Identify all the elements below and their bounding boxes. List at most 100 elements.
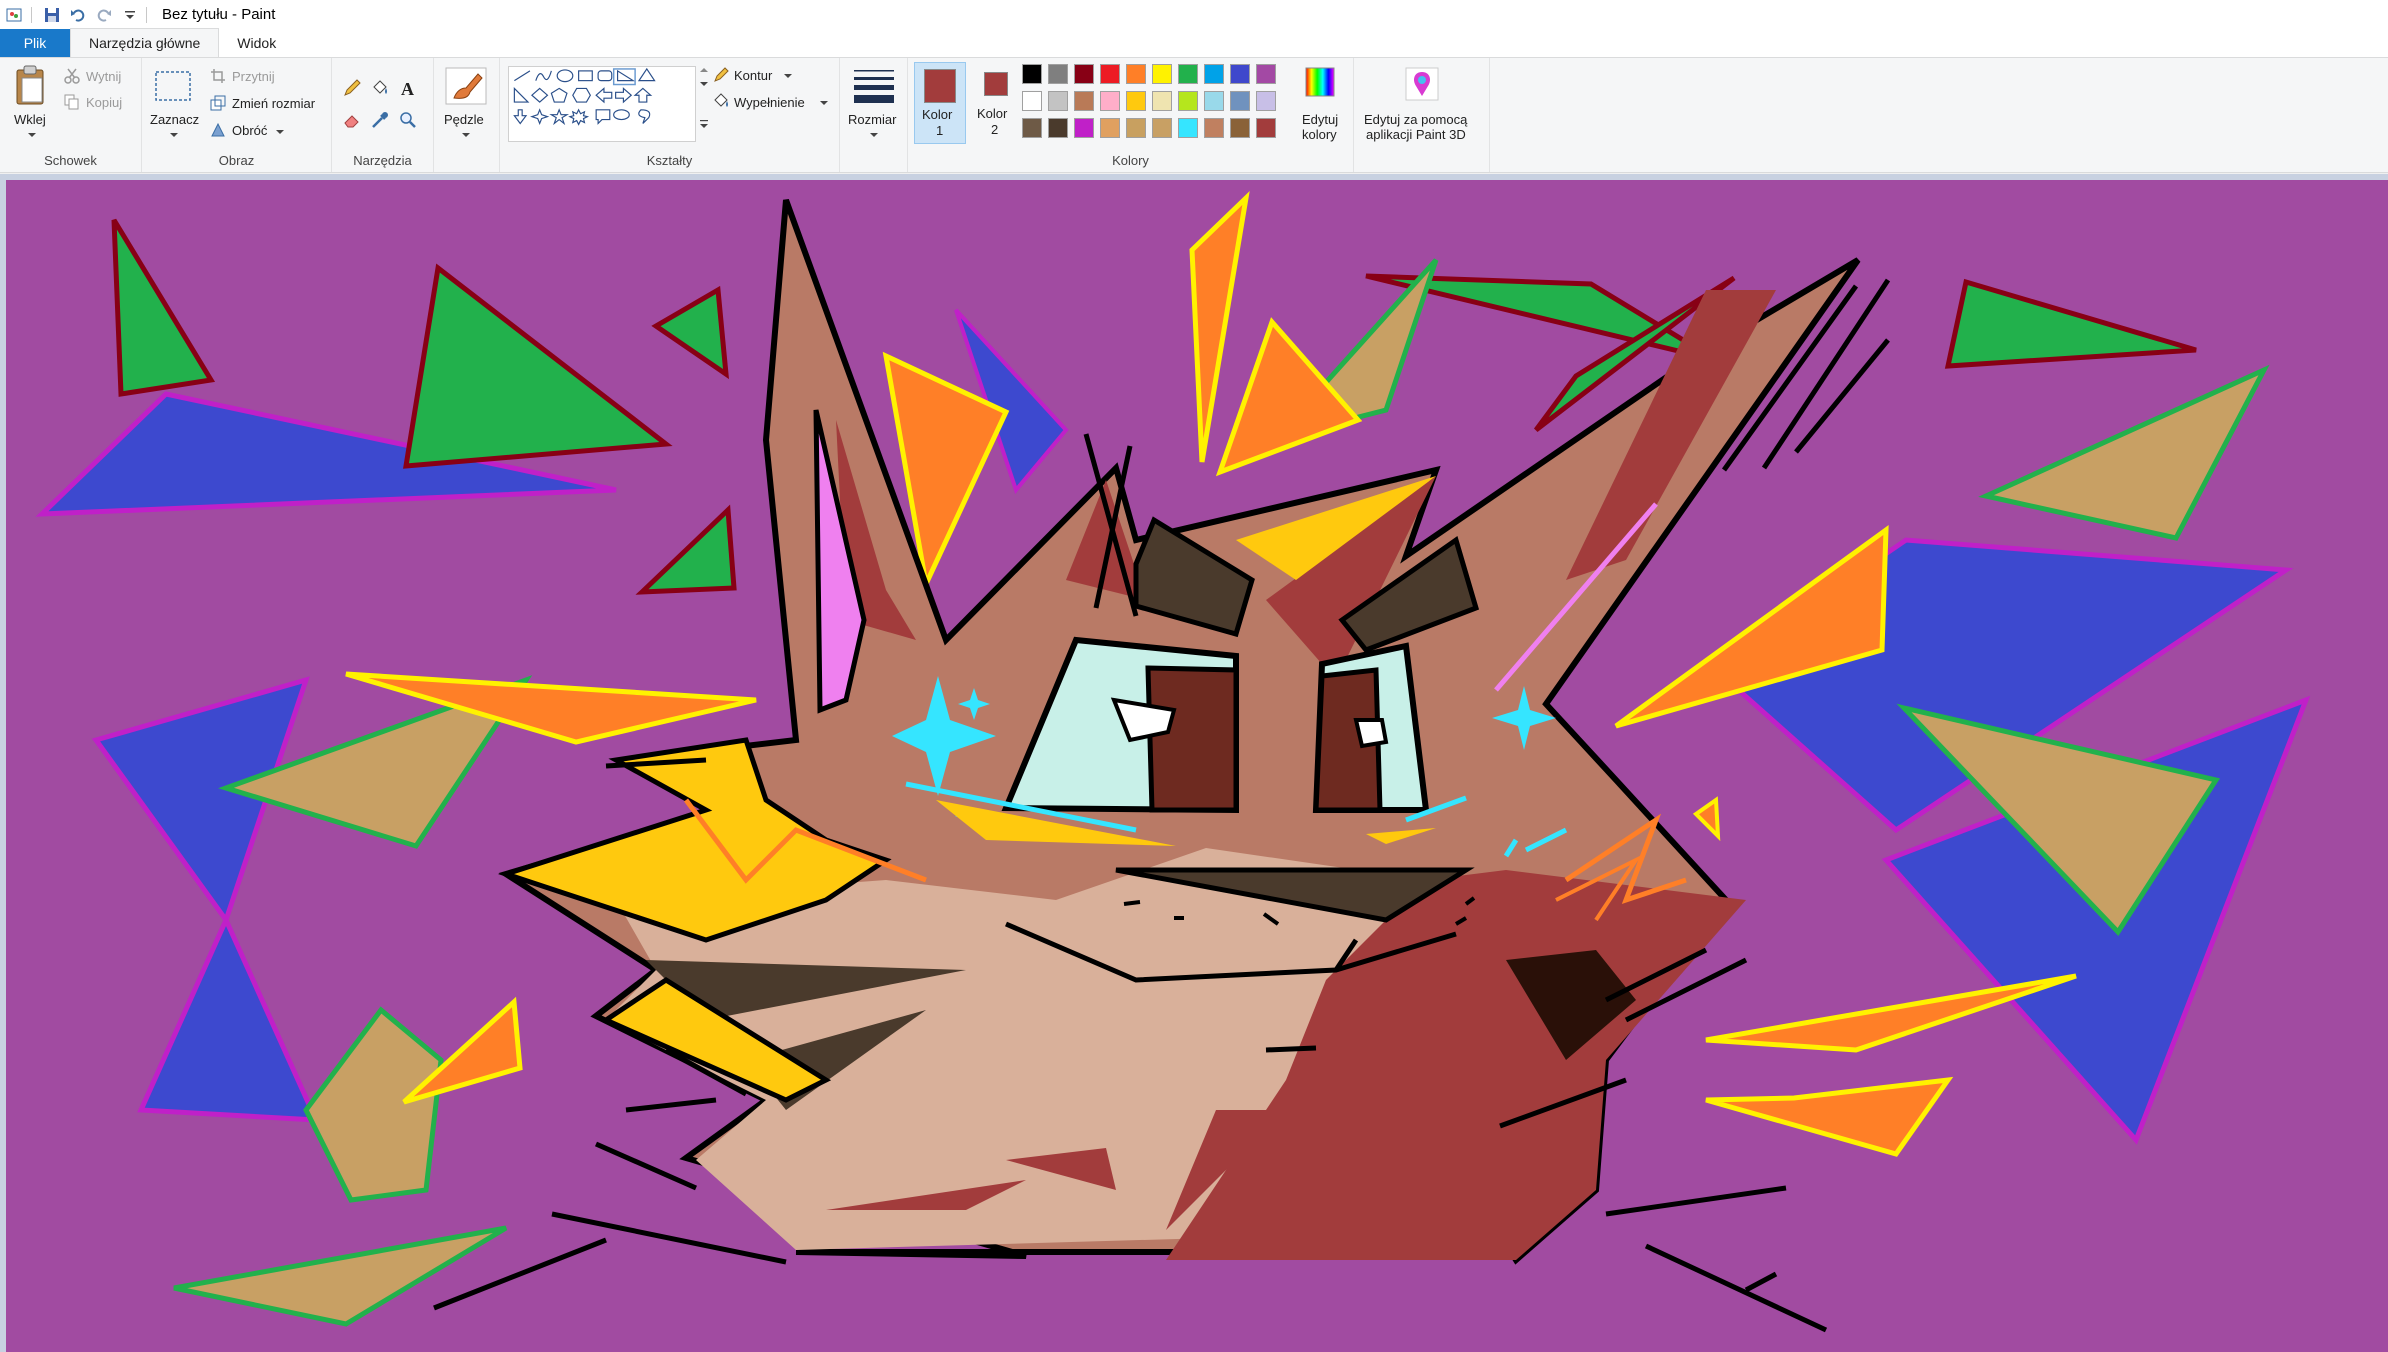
palette-color-swatch[interactable] bbox=[1126, 64, 1146, 84]
palette-color-swatch[interactable] bbox=[1230, 64, 1250, 84]
palette-color-swatch[interactable] bbox=[1204, 64, 1224, 84]
color2-selector[interactable]: Kolor 2 bbox=[970, 62, 1022, 144]
size-group: Rozmiar bbox=[840, 58, 908, 172]
palette-color-swatch[interactable] bbox=[1074, 64, 1094, 84]
palette-color-swatch[interactable] bbox=[1022, 64, 1042, 84]
rotate-icon[interactable] bbox=[210, 122, 226, 138]
select-icon[interactable] bbox=[154, 70, 192, 102]
tab-home[interactable]: Narzędzia główne bbox=[70, 28, 220, 57]
magnifier-icon[interactable] bbox=[398, 110, 418, 130]
palette-color-swatch[interactable] bbox=[1178, 118, 1198, 138]
fill-icon[interactable] bbox=[712, 92, 730, 110]
paint3d-icon[interactable] bbox=[1404, 66, 1440, 102]
palette-color-swatch[interactable] bbox=[1100, 118, 1120, 138]
separator bbox=[146, 6, 147, 23]
fill-label[interactable]: Wypełnienie bbox=[734, 95, 805, 110]
color-palette bbox=[1022, 64, 1292, 144]
window-title: Bez tytułu - Paint bbox=[162, 6, 276, 23]
tab-view[interactable]: Widok bbox=[219, 29, 294, 57]
paste-label[interactable]: Wklej bbox=[14, 112, 46, 127]
palette-color-swatch[interactable] bbox=[1256, 118, 1276, 138]
edit-colors-label-2[interactable]: kolory bbox=[1302, 127, 1337, 142]
palette-color-swatch[interactable] bbox=[1022, 118, 1042, 138]
edit-colors-label-1[interactable]: Edytuj bbox=[1302, 112, 1338, 127]
crop-label[interactable]: Przytnij bbox=[232, 69, 275, 84]
size-icon[interactable] bbox=[854, 66, 894, 106]
palette-color-swatch[interactable] bbox=[1022, 91, 1042, 111]
brushes-icon[interactable] bbox=[444, 66, 488, 106]
palette-color-swatch[interactable] bbox=[1204, 118, 1224, 138]
palette-color-swatch[interactable] bbox=[1152, 118, 1172, 138]
palette-color-swatch[interactable] bbox=[1048, 118, 1068, 138]
palette-color-swatch[interactable] bbox=[1126, 91, 1146, 111]
title-bar: Bez tytułu - Paint bbox=[0, 0, 2388, 29]
palette-color-swatch[interactable] bbox=[1048, 64, 1068, 84]
outline-icon[interactable] bbox=[712, 66, 730, 84]
palette-color-swatch[interactable] bbox=[1152, 64, 1172, 84]
redo-icon[interactable] bbox=[93, 4, 115, 26]
clipboard-group: Wklej Wytnij Kopiuj Schowek bbox=[0, 58, 142, 172]
tools-group: A Narzędzia bbox=[332, 58, 434, 172]
size-dropdown-icon[interactable] bbox=[870, 133, 878, 137]
fill-bucket-icon[interactable] bbox=[370, 78, 390, 98]
fill-dropdown-icon[interactable] bbox=[820, 101, 828, 105]
customize-toolbar-icon[interactable] bbox=[119, 4, 141, 26]
palette-color-swatch[interactable] bbox=[1152, 91, 1172, 111]
save-icon[interactable] bbox=[41, 4, 63, 26]
tab-file[interactable]: Plik bbox=[0, 29, 70, 57]
color1-label: Kolor bbox=[922, 107, 953, 122]
copy-icon[interactable] bbox=[64, 94, 80, 110]
shapes-group-label: Kształty bbox=[646, 153, 693, 168]
brushes-label[interactable]: Pędzle bbox=[444, 112, 484, 127]
ribbon: Wklej Wytnij Kopiuj Schowek Zaznacz Przy… bbox=[0, 57, 2388, 173]
palette-color-swatch[interactable] bbox=[1256, 91, 1276, 111]
ribbon-tabs: Plik Narzędzia główne Widok bbox=[0, 28, 2388, 57]
paint3d-label-1[interactable]: Edytuj za pomocą bbox=[1364, 112, 1467, 127]
rotate-dropdown-icon[interactable] bbox=[276, 130, 284, 134]
palette-color-swatch[interactable] bbox=[1100, 64, 1120, 84]
copy-label[interactable]: Kopiuj bbox=[86, 95, 122, 110]
eraser-icon[interactable] bbox=[342, 110, 362, 130]
text-tool-icon[interactable]: A bbox=[398, 78, 418, 98]
palette-color-swatch[interactable] bbox=[1126, 118, 1146, 138]
paint-app-icon[interactable] bbox=[4, 4, 26, 26]
palette-color-swatch[interactable] bbox=[1074, 91, 1094, 111]
shapes-scroll-down-icon[interactable] bbox=[700, 82, 708, 86]
resize-label[interactable]: Zmień rozmiar bbox=[232, 96, 315, 111]
shapes-scroll-up-icon[interactable] bbox=[700, 66, 708, 74]
palette-color-swatch[interactable] bbox=[1100, 91, 1120, 111]
palette-color-swatch[interactable] bbox=[1230, 118, 1250, 138]
undo-icon[interactable] bbox=[67, 4, 89, 26]
palette-color-swatch[interactable] bbox=[1074, 118, 1094, 138]
palette-color-swatch[interactable] bbox=[1178, 64, 1198, 84]
cut-icon[interactable] bbox=[64, 68, 80, 84]
brushes-dropdown-icon[interactable] bbox=[462, 133, 470, 137]
shapes-expand-icon[interactable] bbox=[700, 118, 708, 130]
palette-color-swatch[interactable] bbox=[1204, 91, 1224, 111]
outline-dropdown-icon[interactable] bbox=[784, 74, 792, 78]
color2-number: 2 bbox=[991, 122, 999, 137]
select-dropdown-icon[interactable] bbox=[170, 133, 178, 137]
crop-icon[interactable] bbox=[210, 68, 226, 84]
outline-label[interactable]: Kontur bbox=[734, 68, 772, 83]
cut-label[interactable]: Wytnij bbox=[86, 69, 121, 84]
palette-color-swatch[interactable] bbox=[1048, 91, 1068, 111]
shapes-gallery[interactable] bbox=[508, 66, 696, 142]
size-label[interactable]: Rozmiar bbox=[848, 112, 896, 127]
paste-dropdown-icon[interactable] bbox=[28, 133, 36, 137]
canvas-workspace bbox=[0, 174, 2388, 1352]
edit-colors-icon[interactable] bbox=[1304, 66, 1336, 98]
palette-color-swatch[interactable] bbox=[1178, 91, 1198, 111]
palette-color-swatch[interactable] bbox=[1256, 64, 1276, 84]
shapes-group: Kontur Wypełnienie Kształty bbox=[500, 58, 840, 172]
color-picker-icon[interactable] bbox=[370, 110, 390, 130]
select-label[interactable]: Zaznacz bbox=[150, 112, 199, 127]
color1-selector[interactable]: Kolor 1 bbox=[914, 62, 966, 144]
resize-icon[interactable] bbox=[210, 95, 226, 111]
palette-color-swatch[interactable] bbox=[1230, 91, 1250, 111]
paste-icon[interactable] bbox=[14, 64, 48, 108]
drawing-canvas[interactable] bbox=[6, 180, 2388, 1352]
paint3d-label-2[interactable]: aplikacji Paint 3D bbox=[1366, 127, 1466, 142]
pencil-icon[interactable] bbox=[342, 78, 362, 98]
rotate-label[interactable]: Obróć bbox=[232, 123, 267, 138]
